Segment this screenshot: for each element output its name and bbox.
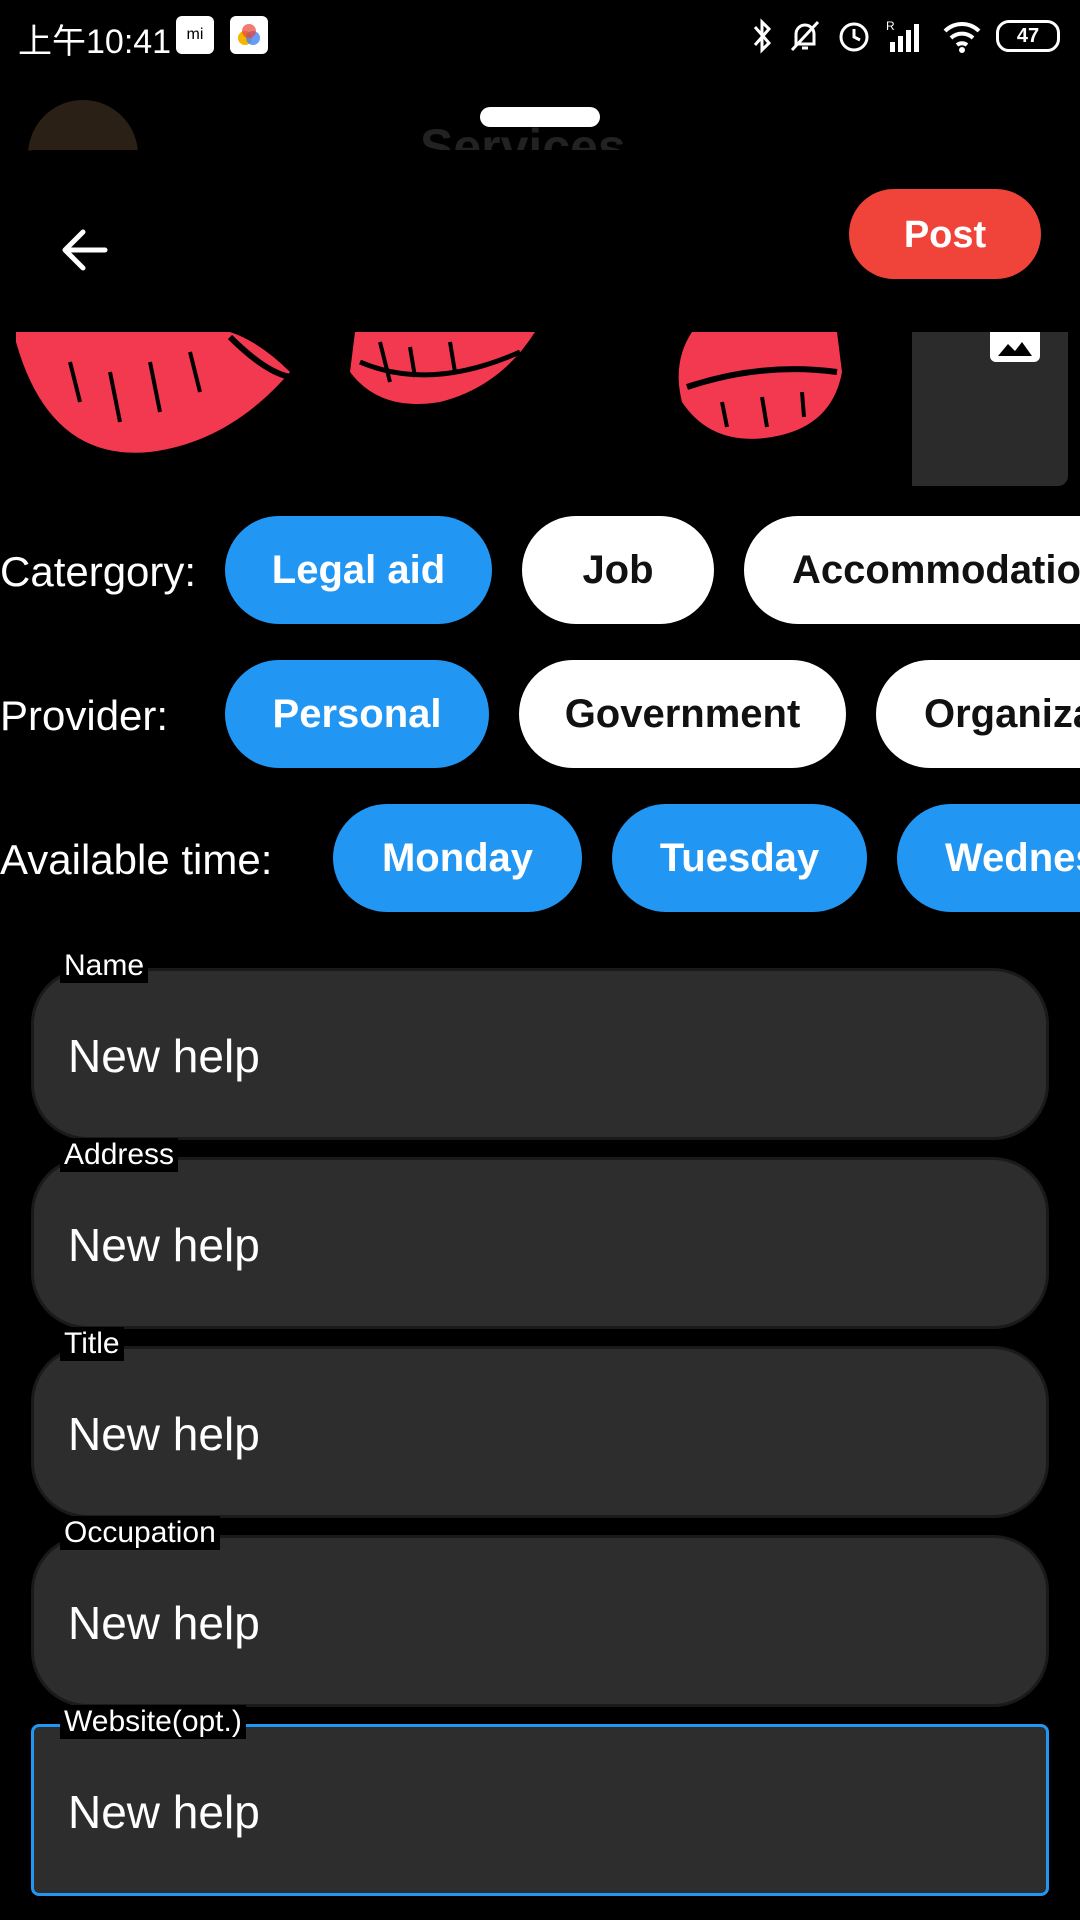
- name-field-label: Name: [60, 949, 149, 983]
- photos-app-icon: [230, 16, 268, 54]
- svg-text:R: R: [886, 19, 895, 33]
- website-field[interactable]: Website(opt.) New help: [31, 1705, 1049, 1896]
- status-time: 上午10:41: [18, 23, 172, 61]
- available-time-label: Available time:: [0, 836, 273, 883]
- signal-icon: R: [886, 19, 919, 52]
- chip-monday[interactable]: Monday: [333, 804, 582, 912]
- chip-government[interactable]: Government: [519, 660, 846, 768]
- chip-legal-aid[interactable]: Legal aid: [225, 516, 492, 624]
- occupation-field-value[interactable]: New help: [68, 1596, 968, 1650]
- back-button[interactable]: [40, 205, 130, 295]
- category-label: Catergory:: [0, 548, 197, 595]
- chip-wednesday[interactable]: Wednes: [897, 804, 1080, 912]
- title-field-label: Title: [60, 1327, 124, 1361]
- occupation-field-label: Occupation: [60, 1516, 220, 1550]
- drag-handle[interactable]: [480, 107, 600, 127]
- post-sheet: Post Catergory: Legal aid Job Accommodat…: [0, 150, 1080, 1920]
- chip-tuesday[interactable]: Tuesday: [612, 804, 867, 912]
- mi-app-icon: mi: [176, 16, 214, 54]
- website-field-label: Website(opt.): [60, 1705, 246, 1739]
- status-icons: R 47: [750, 16, 1060, 56]
- address-field[interactable]: Address New help: [31, 1138, 1049, 1329]
- lips-image-3[interactable]: [672, 332, 847, 447]
- chip-accommodation[interactable]: Accommodatio: [744, 516, 1080, 624]
- address-field-label: Address: [60, 1138, 179, 1172]
- title-field[interactable]: Title New help: [31, 1327, 1049, 1518]
- name-field[interactable]: Name New help: [31, 949, 1049, 1140]
- battery-icon: 47: [996, 20, 1060, 52]
- occupation-field[interactable]: Occupation New help: [31, 1516, 1049, 1707]
- wifi-icon: [943, 21, 981, 53]
- chip-organization[interactable]: Organiza: [876, 660, 1080, 768]
- bluetooth-icon: [753, 18, 772, 54]
- name-field-value[interactable]: New help: [68, 1029, 968, 1083]
- chip-personal[interactable]: Personal: [225, 660, 489, 768]
- status-bar: 上午10:41 mi R 47: [0, 0, 1080, 72]
- image-icon: [990, 332, 1040, 362]
- lips-image-1[interactable]: [10, 332, 300, 482]
- alarm-icon: [839, 22, 869, 52]
- title-field-value[interactable]: New help: [68, 1407, 968, 1461]
- mute-bell-icon: [790, 20, 820, 52]
- provider-label: Provider:: [0, 692, 169, 739]
- chip-job[interactable]: Job: [522, 516, 714, 624]
- post-button[interactable]: Post: [849, 189, 1041, 279]
- website-field-value[interactable]: New help: [68, 1785, 968, 1839]
- address-field-value[interactable]: New help: [68, 1218, 968, 1272]
- lips-image-2[interactable]: [350, 332, 540, 422]
- arrow-left-icon: [62, 229, 108, 271]
